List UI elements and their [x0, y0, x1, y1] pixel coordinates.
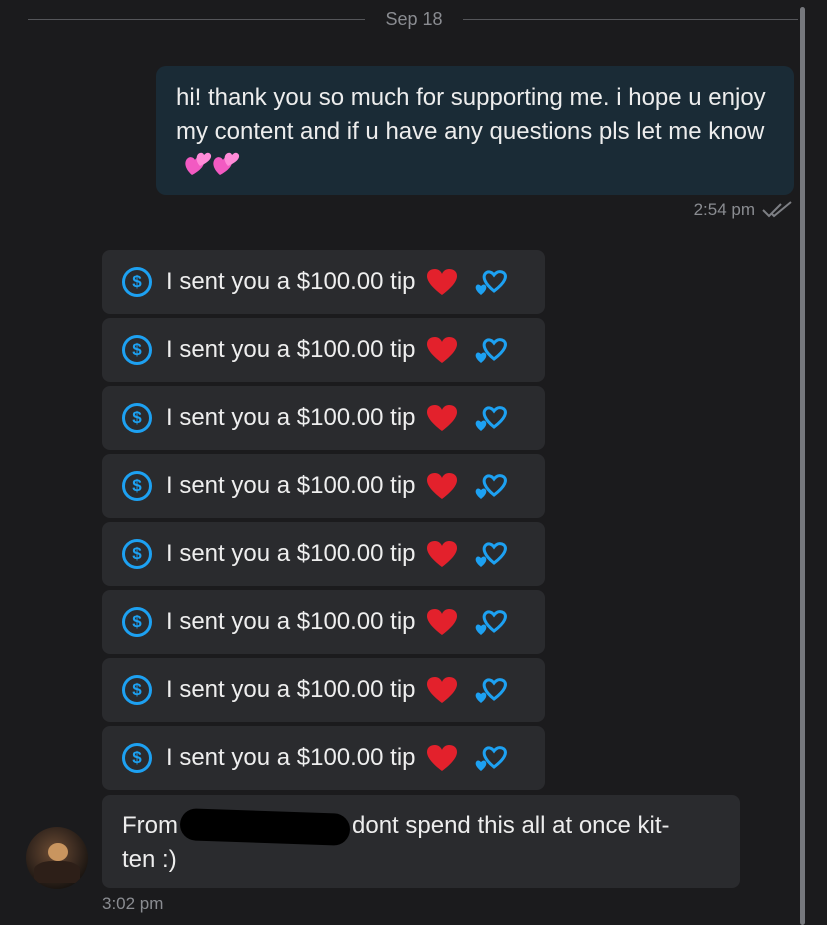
- red-heart-icon: [426, 336, 458, 364]
- dollar-icon: $: [122, 743, 152, 773]
- dollar-icon: $: [122, 335, 152, 365]
- tip-text: I sent you a $100.00 tip: [166, 608, 416, 635]
- dollar-icon: $: [122, 675, 152, 705]
- redacted-name: [179, 807, 351, 846]
- tip-text: I sent you a $100.00 tip: [166, 472, 416, 499]
- blue-hearts-icon: [474, 675, 510, 705]
- red-heart-icon: [426, 404, 458, 432]
- dollar-icon: $: [122, 539, 152, 569]
- blue-hearts-icon: [474, 335, 510, 365]
- tip-text: I sent you a $100.00 tip: [166, 404, 416, 431]
- dollar-icon: $: [122, 471, 152, 501]
- red-heart-icon: [426, 608, 458, 636]
- red-heart-icon: [426, 676, 458, 704]
- incoming-message-time: 3:02 pm: [102, 894, 164, 913]
- red-heart-icon: [426, 472, 458, 500]
- tip-message[interactable]: $ I sent you a $100.00 tip: [102, 658, 545, 722]
- red-heart-icon: [426, 268, 458, 296]
- red-heart-icon: [426, 540, 458, 568]
- tip-message[interactable]: $ I sent you a $100.00 tip: [102, 454, 545, 518]
- dollar-icon: $: [122, 267, 152, 297]
- scrollbar[interactable]: [800, 7, 805, 925]
- blue-hearts-icon: [474, 539, 510, 569]
- tip-text: I sent you a $100.00 tip: [166, 268, 416, 295]
- separator-line-left: [28, 19, 365, 20]
- tip-message[interactable]: $ I sent you a $100.00 tip: [102, 522, 545, 586]
- tip-message[interactable]: $ I sent you a $100.00 tip: [102, 726, 545, 790]
- separator-line-right: [463, 19, 798, 20]
- incoming-prefix: From: [122, 812, 178, 839]
- blue-hearts-icon: [474, 471, 510, 501]
- date-label: Sep 18: [385, 9, 443, 29]
- tip-text: I sent you a $100.00 tip: [166, 540, 416, 567]
- outgoing-time-label: 2:54 pm: [693, 200, 755, 219]
- tip-message[interactable]: $ I sent you a $100.00 tip: [102, 318, 545, 382]
- incoming-text-line2: ten :): [122, 846, 177, 873]
- outgoing-message-time: 2:54 pm: [694, 200, 793, 220]
- double-check-icon: [762, 201, 792, 218]
- dollar-icon: $: [122, 403, 152, 433]
- dollar-icon: $: [122, 607, 152, 637]
- blue-hearts-icon: [474, 607, 510, 637]
- avatar[interactable]: [26, 827, 88, 889]
- outgoing-message-text: hi! thank you so much for supporting me.…: [176, 84, 766, 145]
- tip-text: I sent you a $100.00 tip: [166, 676, 416, 703]
- tip-message[interactable]: $ I sent you a $100.00 tip: [102, 250, 545, 314]
- tip-text: I sent you a $100.00 tip: [166, 744, 416, 771]
- red-heart-icon: [426, 744, 458, 772]
- tip-message[interactable]: $ I sent you a $100.00 tip: [102, 386, 545, 450]
- tip-text: I sent you a $100.00 tip: [166, 336, 416, 363]
- outgoing-message-bubble[interactable]: hi! thank you so much for supporting me.…: [156, 66, 794, 195]
- date-separator: Sep 18: [0, 0, 800, 38]
- incoming-message-bubble[interactable]: From dont spend this all at once kit- ten…: [102, 795, 740, 888]
- two-hearts-emoji-icon: [182, 149, 240, 189]
- incoming-text: dont spend this all at once kit-: [352, 812, 670, 839]
- avatar-body: [34, 861, 80, 883]
- avatar-face: [48, 843, 68, 861]
- tip-message[interactable]: $ I sent you a $100.00 tip: [102, 590, 545, 654]
- blue-hearts-icon: [474, 267, 510, 297]
- blue-hearts-icon: [474, 403, 510, 433]
- blue-hearts-icon: [474, 743, 510, 773]
